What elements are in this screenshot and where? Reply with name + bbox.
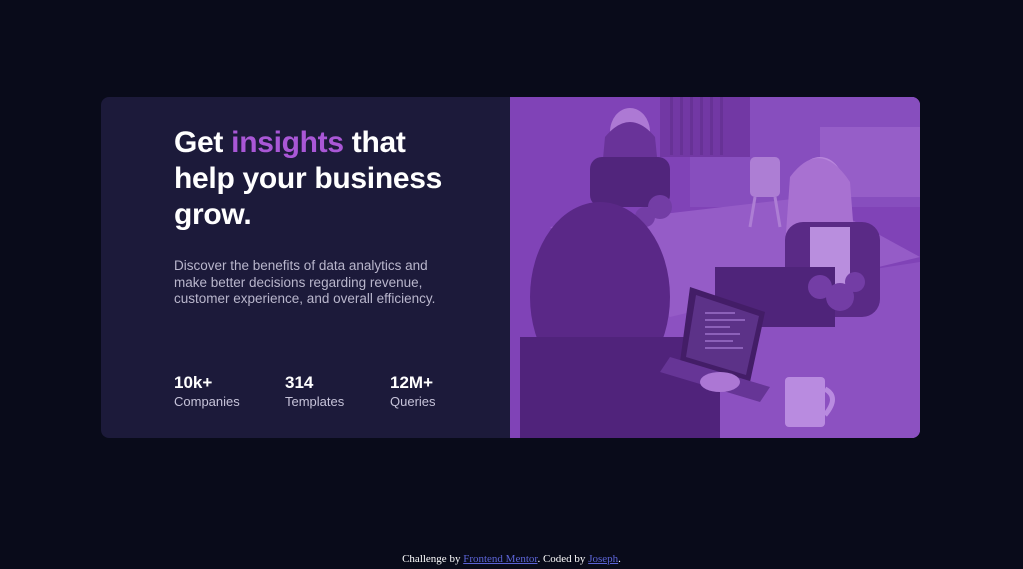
stats-row: 10k+ Companies 314 Templates 12M+ Querie…	[174, 373, 450, 411]
headline-start: Get	[174, 126, 232, 159]
stat-value: 12M+	[390, 373, 433, 392]
attribution-footer: Challenge by Frontend Mentor. Coded by J…	[0, 552, 1023, 566]
author-link[interactable]: Joseph	[588, 553, 618, 565]
footer-prefix: Challenge by	[402, 553, 464, 565]
stat-label: Companies	[174, 394, 240, 409]
headline-accent: insights	[231, 126, 344, 159]
stat-templates: 314 Templates	[285, 373, 390, 411]
stat-value: 10k+	[174, 373, 213, 392]
office-team-photo	[510, 97, 920, 438]
card-text-panel: Get insights that help your business gro…	[101, 97, 510, 438]
footer-suffix: .	[618, 553, 621, 565]
frontend-mentor-link[interactable]: Frontend Mentor	[463, 553, 537, 565]
description: Discover the benefits of data analytics …	[174, 258, 436, 306]
stat-companies: 10k+ Companies	[174, 373, 285, 411]
footer-middle: . Coded by	[537, 553, 589, 565]
stat-queries: 12M+ Queries	[390, 373, 450, 411]
stat-value: 314	[285, 373, 314, 392]
office-photo-illustration	[510, 97, 920, 438]
stat-label: Templates	[285, 394, 345, 409]
headline: Get insights that help your business gro…	[174, 125, 474, 233]
stats-preview-card: Get insights that help your business gro…	[101, 97, 920, 438]
stat-label: Queries	[390, 394, 436, 409]
